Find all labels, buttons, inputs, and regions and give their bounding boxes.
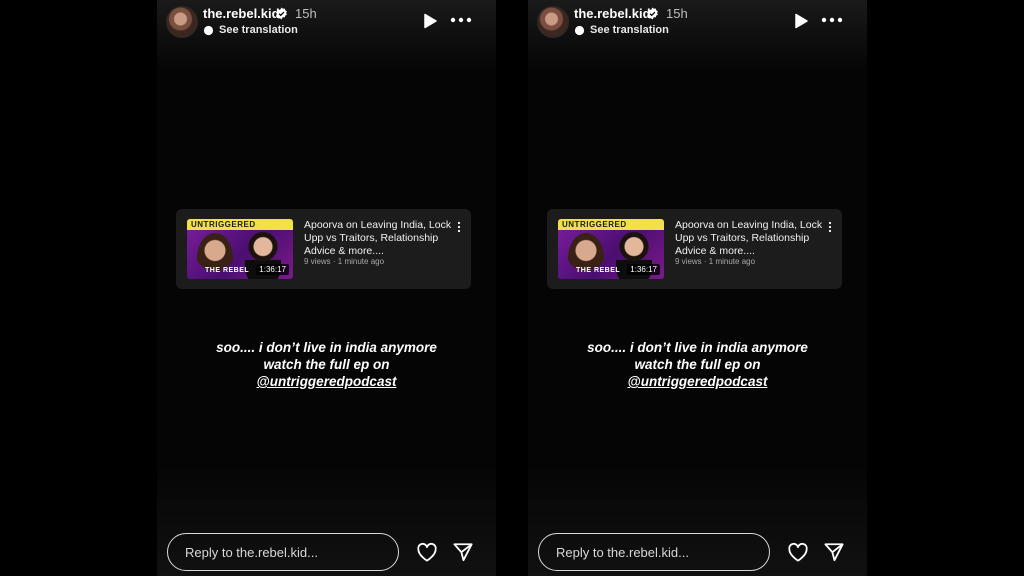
reply-input[interactable]	[538, 533, 770, 571]
story-caption: soo.... i don’t live in india anymore wa…	[157, 339, 496, 390]
translate-icon	[203, 25, 214, 36]
more-vertical-icon[interactable]	[828, 221, 832, 233]
caption-line-2: watch the full ep on	[263, 357, 390, 372]
see-translation-link[interactable]: See translation	[590, 24, 669, 36]
youtube-video-card[interactable]: UNTRIGGERED THE REBEL 1:36:17 Apoorva on…	[176, 209, 471, 289]
avatar[interactable]	[537, 6, 569, 38]
more-horizontal-icon[interactable]	[450, 13, 472, 27]
post-time: 15h	[295, 6, 317, 21]
story-panel-right: the.rebel.kid 15h See translation UNTRIG…	[528, 0, 867, 576]
caption-line-2: watch the full ep on	[634, 357, 761, 372]
avatar[interactable]	[166, 6, 198, 38]
translate-icon	[574, 25, 585, 36]
send-icon[interactable]	[823, 542, 845, 562]
story-panel-left: the.rebel.kid 15h See translation UNTRIG…	[157, 0, 496, 576]
verified-badge-icon	[276, 7, 287, 20]
thumbnail-label: THE REBEL	[205, 267, 250, 274]
thumbnail-banner: UNTRIGGERED	[558, 219, 664, 230]
youtube-video-card[interactable]: UNTRIGGERED THE REBEL 1:36:17 Apoorva on…	[547, 209, 842, 289]
verified-badge-icon	[647, 7, 658, 20]
post-time: 15h	[666, 6, 688, 21]
username[interactable]: the.rebel.kid	[203, 6, 280, 21]
thumbnail-banner: UNTRIGGERED	[187, 219, 293, 230]
video-meta: 9 views · 1 minute ago	[675, 257, 756, 266]
heart-icon[interactable]	[416, 542, 438, 562]
mention-link[interactable]: @untriggeredpodcast	[528, 373, 867, 390]
caption-line-1: soo.... i don’t live in india anymore	[587, 340, 808, 355]
more-horizontal-icon[interactable]	[821, 13, 843, 27]
send-icon[interactable]	[452, 542, 474, 562]
heart-icon[interactable]	[787, 542, 809, 562]
play-icon[interactable]	[792, 12, 810, 30]
story-caption: soo.... i don’t live in india anymore wa…	[528, 339, 867, 390]
username[interactable]: the.rebel.kid	[574, 6, 651, 21]
video-duration: 1:36:17	[627, 264, 660, 275]
play-icon[interactable]	[421, 12, 439, 30]
video-thumbnail[interactable]: UNTRIGGERED THE REBEL 1:36:17	[558, 219, 664, 279]
reply-input[interactable]	[167, 533, 399, 571]
video-title[interactable]: Apoorva on Leaving India, Lock Upp vs Tr…	[675, 219, 830, 258]
more-vertical-icon[interactable]	[457, 221, 461, 233]
caption-line-1: soo.... i don’t live in india anymore	[216, 340, 437, 355]
mention-link[interactable]: @untriggeredpodcast	[157, 373, 496, 390]
see-translation-link[interactable]: See translation	[219, 24, 298, 36]
video-thumbnail[interactable]: UNTRIGGERED THE REBEL 1:36:17	[187, 219, 293, 279]
thumbnail-label: THE REBEL	[576, 267, 621, 274]
video-title[interactable]: Apoorva on Leaving India, Lock Upp vs Tr…	[304, 219, 459, 258]
video-duration: 1:36:17	[256, 264, 289, 275]
video-meta: 9 views · 1 minute ago	[304, 257, 385, 266]
